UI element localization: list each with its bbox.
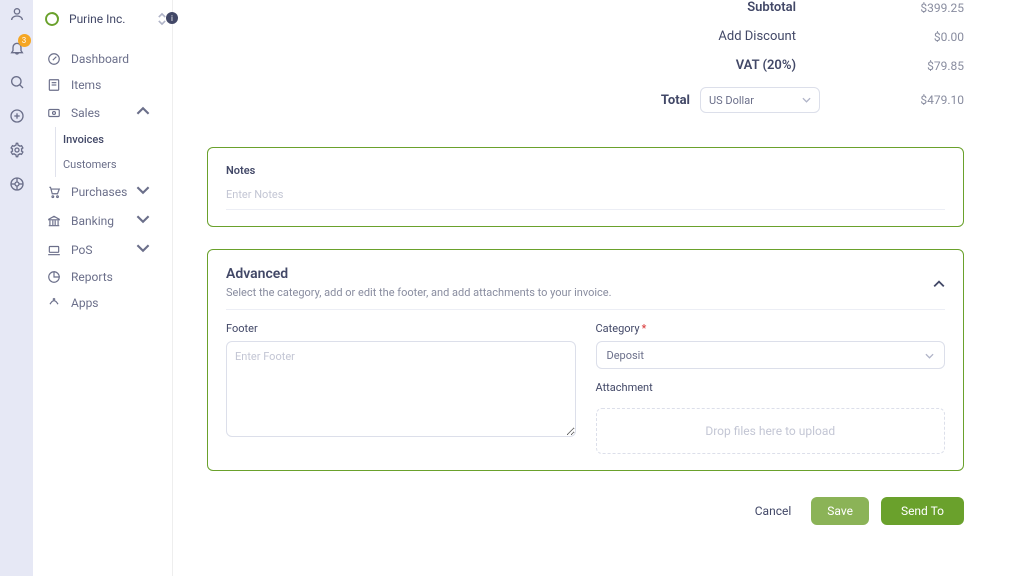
advanced-title: Advanced (226, 266, 612, 282)
vat-value: $79.85 (914, 59, 964, 73)
divider (226, 309, 945, 310)
add-icon[interactable] (9, 108, 25, 124)
reports-icon (47, 270, 61, 284)
org-info-icon[interactable]: i (166, 12, 178, 24)
chevron-down-icon (136, 183, 160, 200)
chevron-down-icon (925, 349, 934, 362)
sidebar-item-apps[interactable]: Apps (33, 290, 172, 316)
send-button[interactable]: Send To (881, 497, 964, 525)
cancel-button[interactable]: Cancel (747, 498, 800, 524)
chevron-down-icon (136, 212, 160, 229)
sidebar-item-invoices[interactable]: Invoices (33, 127, 172, 152)
org-name: Purine Inc. (69, 12, 125, 26)
org-switcher[interactable]: Purine Inc. i (33, 4, 172, 38)
advanced-section: Advanced Select the category, add or edi… (207, 249, 964, 471)
footer-input[interactable] (226, 341, 576, 437)
category-label: Category* (596, 322, 946, 335)
totals-section: Subtotal $399.25 Add Discount $0.00 VAT … (207, 0, 964, 127)
bank-icon (47, 214, 61, 228)
chevron-up-icon (136, 104, 160, 121)
chevron-updown-icon (158, 12, 166, 26)
total-label: Total (661, 93, 690, 108)
actions-row: Cancel Save Send To (207, 497, 964, 525)
sidebar-item-purchases[interactable]: Purchases (33, 177, 172, 206)
sidebar-item-pos[interactable]: PoS (33, 235, 172, 264)
dashboard-icon (47, 52, 61, 66)
chevron-down-icon (136, 241, 160, 258)
subtotal-value: $399.25 (914, 1, 964, 15)
attachment-dropzone[interactable]: Drop files here to upload (596, 408, 946, 454)
help-icon[interactable] (9, 176, 25, 192)
subtotal-label: Subtotal (747, 0, 796, 15)
chevron-up-icon[interactable] (933, 273, 945, 292)
cart-icon (47, 185, 61, 199)
notes-section: Notes (207, 147, 964, 227)
save-button[interactable]: Save (811, 497, 869, 525)
nav: Dashboard Items Sales Invoices Customers… (33, 46, 172, 316)
attachment-label: Attachment (596, 381, 946, 394)
gear-icon[interactable] (9, 142, 25, 158)
notification-badge: 3 (18, 34, 31, 47)
search-icon[interactable] (9, 74, 25, 90)
chevron-down-icon (802, 95, 811, 106)
discount-value: $0.00 (914, 30, 964, 44)
sidebar-item-customers[interactable]: Customers (33, 152, 172, 177)
sidebar-item-banking[interactable]: Banking (33, 206, 172, 235)
notes-input[interactable] (226, 184, 945, 210)
total-value: $479.10 (914, 93, 964, 107)
currency-value: US Dollar (709, 94, 754, 107)
user-icon[interactable] (9, 6, 25, 22)
main-content: Subtotal $399.25 Add Discount $0.00 VAT … (173, 0, 1024, 576)
items-icon (47, 78, 61, 92)
icon-rail: 3 (0, 0, 33, 576)
sidebar: Purine Inc. i Dashboard Items Sales Invo… (33, 0, 173, 576)
discount-label[interactable]: Add Discount (718, 29, 796, 44)
footer-label: Footer (226, 322, 576, 335)
advanced-subtitle: Select the category, add or edit the foo… (226, 286, 612, 299)
sidebar-item-dashboard[interactable]: Dashboard (33, 46, 172, 72)
sidebar-item-reports[interactable]: Reports (33, 264, 172, 290)
currency-select[interactable]: US Dollar (700, 87, 820, 113)
pos-icon (47, 243, 61, 257)
category-select[interactable]: Deposit (596, 341, 946, 369)
org-logo-icon (43, 10, 61, 28)
sidebar-item-sales[interactable]: Sales (33, 98, 172, 127)
notes-label: Notes (226, 164, 945, 177)
bell-icon[interactable]: 3 (9, 40, 25, 56)
sidebar-item-items[interactable]: Items (33, 72, 172, 98)
vat-label: VAT (20%) (736, 58, 796, 73)
apps-icon (47, 296, 61, 310)
sales-icon (47, 106, 61, 120)
category-value: Deposit (607, 349, 644, 362)
